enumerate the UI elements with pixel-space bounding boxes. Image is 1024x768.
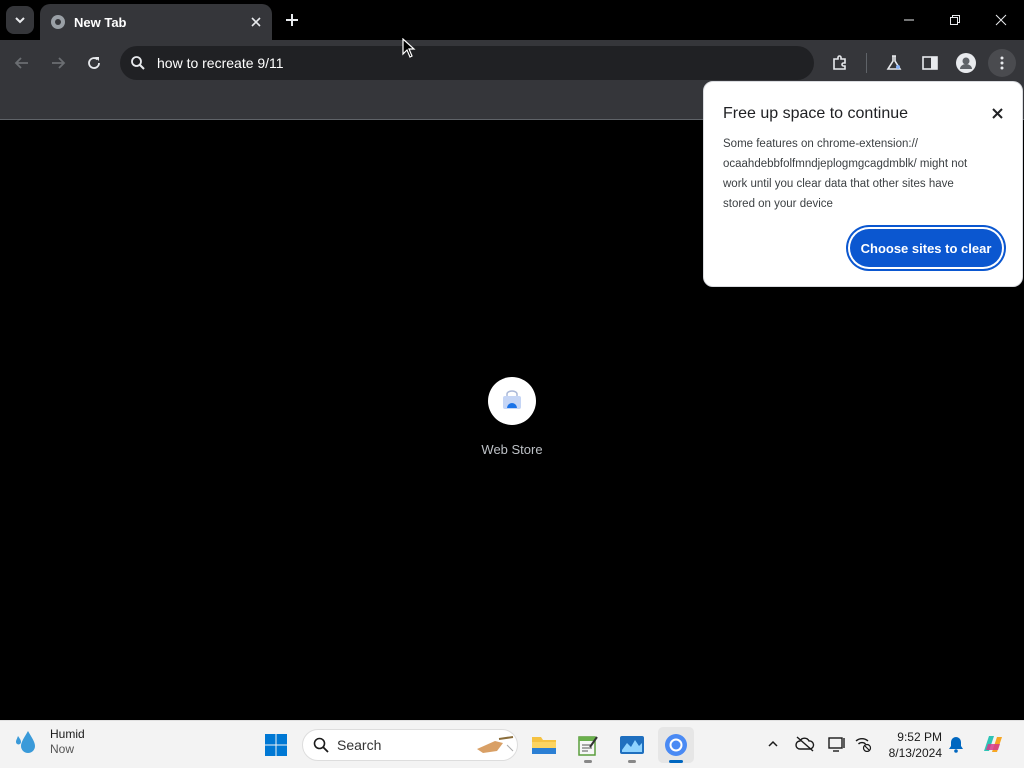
flask-icon bbox=[886, 55, 902, 70]
clock-time: 9:52 PM bbox=[897, 730, 942, 744]
shortcut-web-store[interactable]: Web Store bbox=[472, 377, 552, 457]
extensions-button[interactable] bbox=[826, 49, 854, 77]
forward-button[interactable] bbox=[44, 49, 72, 77]
network-icon bbox=[855, 738, 872, 752]
chart-window-icon bbox=[620, 736, 644, 754]
close-icon bbox=[991, 107, 1003, 119]
free-up-space-dialog: Free up space to continue Some features … bbox=[703, 81, 1023, 287]
monitor-app-button[interactable] bbox=[614, 727, 650, 763]
tab-close-button[interactable] bbox=[246, 12, 266, 32]
dialog-close-button[interactable] bbox=[988, 104, 1006, 122]
copilot-icon bbox=[984, 736, 1002, 752]
dialog-message-line: work until you clear data that other sit… bbox=[723, 178, 954, 190]
bell-icon bbox=[949, 737, 963, 753]
close-icon bbox=[251, 17, 261, 27]
display-tray-button[interactable] bbox=[826, 733, 848, 755]
taskbar-clock[interactable]: 9:52 PM 8/13/2024 bbox=[880, 729, 942, 761]
minimize-button[interactable] bbox=[886, 0, 932, 40]
taskbar-search-label: Search bbox=[337, 737, 382, 753]
shortcut-label: Web Store bbox=[481, 442, 543, 457]
weather-widget[interactable]: Humid Now bbox=[14, 727, 85, 757]
browser-toolbar: how to recreate 9/11 bbox=[0, 40, 1024, 86]
file-explorer-button[interactable] bbox=[526, 727, 562, 763]
dialog-message-line: Some features on chrome-extension:// bbox=[723, 138, 918, 150]
cloud-off-icon bbox=[795, 736, 815, 752]
arrow-right-icon bbox=[52, 57, 66, 69]
choose-sites-button[interactable]: Choose sites to clear bbox=[850, 229, 1002, 267]
dialog-message-line: stored on your device bbox=[723, 198, 833, 210]
restore-button[interactable] bbox=[932, 0, 978, 40]
app-indicator bbox=[669, 760, 683, 763]
dialog-message: Some features on chrome-extension:// oca… bbox=[723, 134, 1001, 214]
app-indicator bbox=[584, 760, 592, 763]
start-button[interactable] bbox=[258, 727, 294, 763]
side-panel-icon bbox=[922, 56, 938, 70]
taskbar: Humid Now Search 9:52 PM 8/13/2024 bbox=[0, 720, 1024, 768]
tab-strip: New Tab bbox=[0, 0, 1024, 40]
notepad-icon bbox=[578, 736, 598, 756]
more-vertical-icon bbox=[1000, 56, 1004, 70]
side-panel-button[interactable] bbox=[916, 49, 944, 77]
tab-search-button[interactable] bbox=[6, 6, 34, 34]
plus-icon bbox=[286, 14, 298, 26]
window-close-button[interactable] bbox=[978, 0, 1024, 40]
address-bar-text: how to recreate 9/11 bbox=[157, 55, 284, 71]
restore-icon bbox=[950, 15, 960, 25]
show-hidden-icons-button[interactable] bbox=[762, 733, 784, 755]
profile-button[interactable] bbox=[952, 49, 980, 77]
close-icon bbox=[995, 14, 1007, 26]
chrome-icon bbox=[665, 734, 687, 756]
onedrive-tray-button[interactable] bbox=[794, 733, 816, 755]
labs-button[interactable] bbox=[880, 49, 908, 77]
puzzle-icon bbox=[833, 55, 846, 70]
notepad-app-button[interactable] bbox=[570, 727, 606, 763]
folder-icon bbox=[532, 737, 556, 754]
dialog-title: Free up space to continue bbox=[723, 105, 909, 122]
notifications-button[interactable] bbox=[945, 733, 967, 755]
taskbar-search[interactable]: Search bbox=[302, 729, 518, 761]
tab-title: New Tab bbox=[74, 14, 127, 30]
arrow-left-icon bbox=[14, 57, 28, 69]
weather-title: Humid bbox=[50, 727, 85, 741]
app-indicator bbox=[628, 760, 636, 763]
search-icon bbox=[131, 56, 145, 70]
app-indicator bbox=[540, 760, 548, 763]
chrome-app-button[interactable] bbox=[658, 727, 694, 763]
dialog-message-line: ocaahdebbfolfmndjeplogmgcagdmblk/ might … bbox=[723, 158, 968, 170]
chevron-down-icon bbox=[15, 17, 25, 24]
mouse-cursor-icon bbox=[402, 38, 416, 58]
web-store-icon bbox=[503, 390, 521, 409]
shortcut-icon-circle bbox=[488, 377, 536, 425]
search-icon bbox=[313, 737, 329, 753]
search-highlight-icon bbox=[477, 736, 514, 753]
toolbar-divider bbox=[866, 53, 867, 73]
monitor-icon bbox=[828, 737, 845, 752]
chevron-up-icon bbox=[768, 740, 778, 747]
weather-subtitle: Now bbox=[50, 742, 75, 756]
back-button[interactable] bbox=[8, 49, 36, 77]
clock-date: 8/13/2024 bbox=[888, 746, 942, 760]
tab-new-tab[interactable]: New Tab bbox=[40, 4, 272, 40]
window-controls bbox=[886, 0, 1024, 40]
avatar-icon bbox=[956, 53, 976, 73]
new-tab-button[interactable] bbox=[280, 8, 304, 32]
reload-button[interactable] bbox=[80, 49, 108, 77]
water-drop-icon bbox=[16, 731, 35, 753]
menu-button[interactable] bbox=[988, 49, 1016, 77]
reload-icon bbox=[88, 57, 100, 69]
address-bar[interactable]: how to recreate 9/11 bbox=[120, 46, 814, 80]
minimize-icon bbox=[904, 19, 914, 21]
globe-icon bbox=[51, 15, 65, 29]
windows-logo-icon bbox=[265, 734, 287, 756]
copilot-button[interactable] bbox=[980, 731, 1006, 757]
network-tray-button[interactable] bbox=[852, 733, 874, 755]
